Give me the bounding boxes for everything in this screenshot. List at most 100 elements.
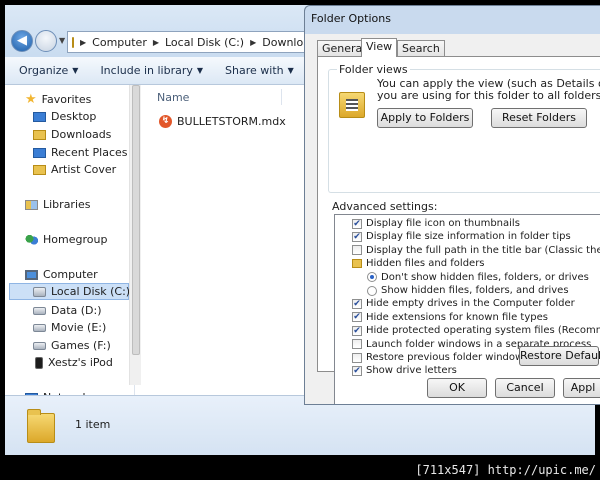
- advanced-option[interactable]: Hidden files and folders: [352, 257, 485, 270]
- sidebar-item-label: Xestz's iPod: [48, 356, 113, 369]
- checkbox-checked[interactable]: ✔: [352, 325, 362, 336]
- include-in-library-menu[interactable]: Include in library ▼: [100, 64, 203, 77]
- recent-places-icon: [33, 147, 46, 158]
- apply-button[interactable]: Appl: [563, 378, 600, 398]
- column-divider[interactable]: [281, 89, 282, 105]
- sidebar-item-movie-e[interactable]: Movie (E:): [33, 319, 106, 336]
- item-count: 1 item: [75, 418, 111, 431]
- advanced-option-label: Display file size information in folder …: [366, 231, 571, 243]
- sidebar-item-favorites[interactable]: ★ Favorites: [25, 91, 91, 108]
- file-item[interactable]: ↯ BULLETSTORM.mdx: [159, 115, 286, 128]
- mdx-file-icon: ↯: [159, 115, 172, 128]
- organize-label: Organize: [19, 64, 69, 77]
- back-arrow-icon: ◀: [17, 33, 27, 48]
- sidebar-item-libraries[interactable]: Libraries: [25, 196, 91, 213]
- folder-views-description: You can apply the view (such as Details …: [377, 78, 600, 102]
- checkbox-unchecked[interactable]: [352, 352, 362, 363]
- sidebar-item-label: Desktop: [51, 110, 97, 123]
- back-button[interactable]: ◀: [11, 30, 33, 52]
- sidebar-item-ipod[interactable]: Xestz's iPod: [35, 354, 113, 371]
- folder-views-label: Folder views: [337, 63, 410, 76]
- checkbox-checked[interactable]: ✔: [352, 365, 362, 376]
- organize-menu[interactable]: Organize ▼: [19, 64, 78, 77]
- share-with-menu[interactable]: Share with ▼: [225, 64, 294, 77]
- advanced-settings-label: Advanced settings:: [332, 200, 438, 213]
- sidebar-item-recent-places[interactable]: Recent Places: [33, 144, 128, 161]
- sidebar-item-games-f[interactable]: Games (F:): [33, 337, 111, 354]
- sidebar-item-artist-cover[interactable]: Artist Cover: [33, 161, 116, 178]
- advanced-option-label: Display file icon on thumbnails: [366, 218, 520, 229]
- breadcrumb-local-disk[interactable]: Local Disk (C:): [165, 36, 244, 49]
- forward-button[interactable]: [35, 30, 57, 52]
- sidebar-item-data-d[interactable]: Data (D:): [33, 302, 102, 319]
- checkbox-checked[interactable]: ✔: [352, 298, 362, 309]
- computer-icon: [25, 269, 38, 280]
- folder-views-icon: [339, 92, 365, 118]
- drive-icon: [33, 323, 46, 332]
- advanced-settings-list[interactable]: ✔ Display file icon on thumbnails ✔ Display…: [334, 214, 600, 404]
- sidebar-item-computer[interactable]: Computer: [25, 266, 98, 283]
- navigation-pane-scrollbar[interactable]: [129, 85, 141, 385]
- sidebar-item-label: Downloads: [51, 128, 112, 141]
- restore-defaults-button[interactable]: Restore Defaults: [519, 346, 600, 366]
- reset-folders-button[interactable]: Reset Folders: [491, 108, 587, 128]
- address-bar[interactable]: ▶ Computer ▶ Local Disk (C:) ▶ Downloads: [67, 31, 307, 53]
- folder-views-group: Folder views You can apply the view (suc…: [328, 63, 600, 193]
- checkbox-unchecked[interactable]: [352, 339, 362, 350]
- advanced-option-label: Don't show hidden files, folders, or dri…: [381, 271, 589, 283]
- column-header-name[interactable]: Name: [157, 91, 189, 104]
- sidebar-item-local-disk-c[interactable]: Local Disk (C:): [9, 283, 130, 300]
- advanced-option-label: Hide extensions for known file types: [366, 311, 548, 323]
- ok-button[interactable]: OK: [427, 378, 487, 398]
- breadcrumb-downloads[interactable]: Downloads: [262, 36, 306, 49]
- drive-icon: [33, 341, 46, 350]
- advanced-option[interactable]: Show hidden files, folders, and drives: [367, 284, 569, 297]
- advanced-option[interactable]: ✔ Hide extensions for known file types: [352, 311, 548, 324]
- checkbox-checked[interactable]: ✔: [352, 231, 362, 242]
- sidebar-item-desktop[interactable]: Desktop: [33, 108, 96, 125]
- advanced-option[interactable]: ✔ Hide empty drives in the Computer folde…: [352, 297, 575, 310]
- tab-view[interactable]: View: [361, 38, 398, 57]
- sidebar-item-label: Favorites: [41, 93, 92, 106]
- navigation-pane: ★ Favorites Desktop Downloads Recent Plac…: [5, 85, 135, 404]
- advanced-option-label: Hide empty drives in the Computer folder: [366, 298, 575, 310]
- tab-search[interactable]: Search: [397, 40, 445, 56]
- radio-unselected[interactable]: [367, 285, 377, 296]
- sidebar-item-label: Recent Places: [51, 146, 128, 159]
- cancel-button[interactable]: Cancel: [495, 378, 555, 398]
- dropdown-arrow-icon: ▼: [196, 66, 204, 75]
- downloads-folder-icon: [33, 129, 46, 140]
- chevron-right-icon[interactable]: ▶: [250, 38, 256, 47]
- sidebar-item-homegroup[interactable]: Homegroup: [25, 231, 107, 248]
- sidebar-item-downloads[interactable]: Downloads: [33, 126, 111, 143]
- sidebar-item-label: Games (F:): [51, 339, 111, 352]
- homegroup-icon: [25, 233, 38, 246]
- chevron-right-icon[interactable]: ▶: [80, 38, 86, 47]
- apply-to-folders-button[interactable]: Apply to Folders: [377, 108, 473, 128]
- advanced-option-label: Hidden files and folders: [366, 258, 485, 270]
- chevron-right-icon[interactable]: ▶: [153, 38, 159, 47]
- folder-icon: [27, 409, 55, 443]
- checkbox-unchecked[interactable]: [352, 245, 362, 256]
- advanced-option[interactable]: ✔ Hide protected operating system files (…: [352, 324, 600, 337]
- include-in-library-label: Include in library: [100, 64, 193, 77]
- checkbox-checked[interactable]: ✔: [352, 218, 362, 229]
- sidebar-item-label: Libraries: [43, 198, 91, 211]
- advanced-option[interactable]: Don't show hidden files, folders, or dri…: [367, 271, 589, 284]
- breadcrumb-computer[interactable]: Computer: [92, 36, 147, 49]
- advanced-option[interactable]: Display the full path in the title bar (…: [352, 244, 600, 257]
- scrollbar-thumb[interactable]: [132, 85, 140, 355]
- file-name: BULLETSTORM.mdx: [177, 115, 286, 128]
- sidebar-item-label: Homegroup: [43, 233, 108, 246]
- advanced-option[interactable]: ✔ Display file size information in folder…: [352, 230, 571, 243]
- radio-selected[interactable]: [367, 272, 377, 283]
- folder-icon: [72, 36, 74, 48]
- view-tab-page: Folder views You can apply the view (suc…: [317, 56, 600, 404]
- folder-icon: [33, 164, 46, 175]
- advanced-option[interactable]: ✔ Show drive letters: [352, 364, 457, 377]
- recent-pages-dropdown-icon[interactable]: ▼: [59, 36, 65, 45]
- advanced-option-label: Show drive letters: [366, 365, 457, 377]
- checkbox-checked[interactable]: ✔: [352, 312, 362, 323]
- advanced-option[interactable]: ✔ Display file icon on thumbnails: [352, 217, 520, 230]
- sidebar-item-label: Data (D:): [51, 304, 102, 317]
